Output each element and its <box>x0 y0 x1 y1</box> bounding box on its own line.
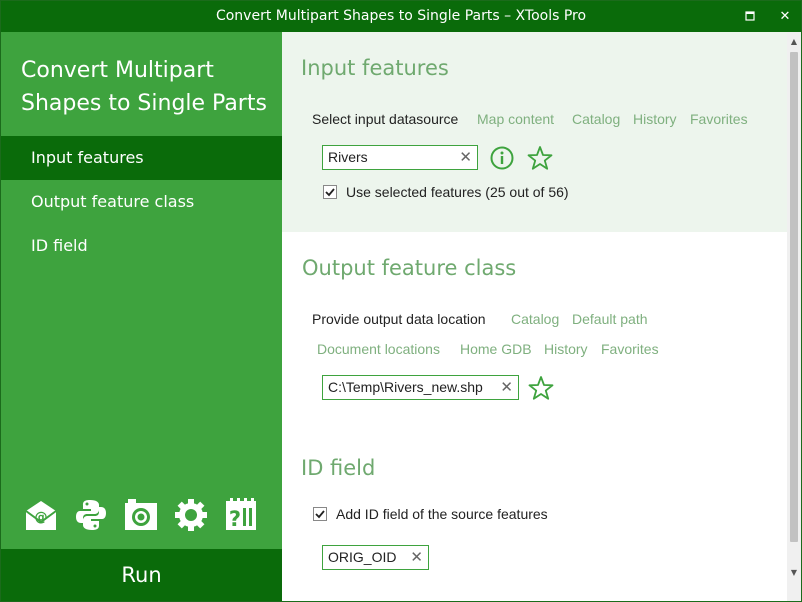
nav-item-label: Output feature class <box>31 192 195 211</box>
add-id-label: Add ID field of the source features <box>336 506 548 522</box>
link-history[interactable]: History <box>633 111 677 127</box>
maximize-icon <box>745 11 755 21</box>
window-title: Convert Multipart Shapes to Single Parts… <box>215 8 587 24</box>
app-window: Convert Multipart Shapes to Single Parts… <box>0 0 802 602</box>
use-selected-label: Use selected features (25 out of 56) <box>346 184 569 200</box>
link-document-locations[interactable]: Document locations <box>317 341 440 357</box>
link-favorites-output[interactable]: Favorites <box>601 341 659 357</box>
input-features-section: Input features Select input datasource M… <box>282 32 787 232</box>
link-favorites[interactable]: Favorites <box>690 111 748 127</box>
input-datasource-value: Rivers <box>328 149 368 165</box>
link-map-content[interactable]: Map content <box>477 111 554 127</box>
clear-icon[interactable]: ✕ <box>500 376 513 399</box>
maximize-button[interactable] <box>738 1 762 32</box>
id-field-input[interactable]: ORIG_OID ✕ <box>322 545 429 570</box>
gear-icon[interactable] <box>173 497 211 535</box>
favorite-star-icon[interactable] <box>527 145 553 175</box>
scroll-down-icon[interactable]: ▼ <box>787 565 801 581</box>
link-home-gdb[interactable]: Home GDB <box>460 341 532 357</box>
nav-item-label: Input features <box>31 148 144 167</box>
close-button[interactable]: ✕ <box>773 1 797 32</box>
link-catalog-output[interactable]: Catalog <box>511 311 559 327</box>
help-icon[interactable]: ? <box>223 497 261 535</box>
nav-item-id-field[interactable]: ID field <box>1 224 282 268</box>
info-icon[interactable] <box>489 145 515 175</box>
clear-icon[interactable]: ✕ <box>410 546 423 569</box>
main-content: Input features Select input datasource M… <box>282 32 787 601</box>
output-location-field[interactable]: C:\Temp\Rivers_new.shp ✕ <box>322 375 519 400</box>
python-icon[interactable] <box>73 497 111 535</box>
svg-text:?: ? <box>229 507 241 531</box>
email-icon[interactable]: @ <box>23 497 61 535</box>
sidebar: Convert Multipart Shapes to Single Parts… <box>1 32 282 601</box>
scroll-up-icon[interactable]: ▲ <box>787 34 801 50</box>
select-datasource-label: Select input datasource <box>312 111 459 127</box>
favorite-star-icon[interactable] <box>528 375 554 405</box>
input-datasource-field[interactable]: Rivers ✕ <box>322 145 478 170</box>
link-history-output[interactable]: History <box>544 341 588 357</box>
link-default-path[interactable]: Default path <box>572 311 648 327</box>
title-bar: Convert Multipart Shapes to Single Parts… <box>1 1 801 32</box>
section-title-input: Input features <box>301 56 449 80</box>
add-id-checkbox[interactable] <box>313 507 327 521</box>
nav-item-input-features[interactable]: Input features <box>1 136 282 180</box>
svg-text:@: @ <box>35 510 48 525</box>
vertical-scrollbar[interactable]: ▲ ▼ <box>787 32 801 601</box>
id-field-value: ORIG_OID <box>328 549 397 565</box>
output-location-value: C:\Temp\Rivers_new.shp <box>328 379 483 395</box>
nav-item-output-feature-class[interactable]: Output feature class <box>1 180 282 224</box>
link-catalog[interactable]: Catalog <box>572 111 620 127</box>
section-title-id-field: ID field <box>301 456 376 480</box>
clear-icon[interactable]: ✕ <box>459 146 472 169</box>
scrollbar-thumb[interactable] <box>790 52 798 542</box>
run-button[interactable]: Run <box>1 549 282 601</box>
check-icon <box>325 188 335 197</box>
close-icon: ✕ <box>779 9 791 24</box>
nav-item-label: ID field <box>31 236 88 255</box>
check-icon <box>315 510 325 519</box>
tool-icon-bar: @ ? <box>21 497 271 537</box>
provide-location-label: Provide output data location <box>312 311 486 327</box>
use-selected-checkbox[interactable] <box>323 185 337 199</box>
tool-title: Convert Multipart Shapes to Single Parts <box>21 58 267 116</box>
section-title-output: Output feature class <box>302 256 517 280</box>
camera-icon[interactable] <box>123 497 161 535</box>
